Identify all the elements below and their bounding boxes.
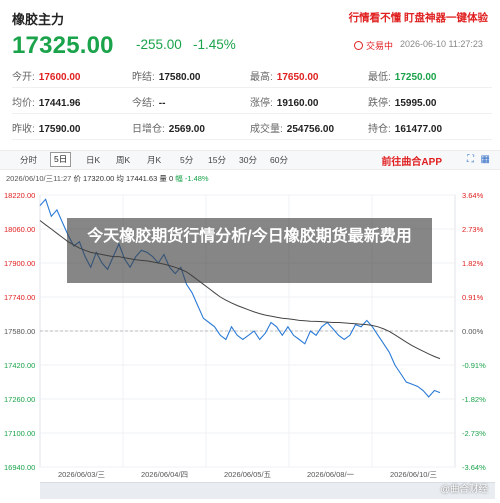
stat-open-interest: 持仓: 161477.00 <box>368 120 442 135</box>
watermark: @曲合财经 <box>440 484 488 495</box>
expand-icon[interactable]: ⛶ <box>467 154 474 165</box>
open-app-link[interactable]: 前往曲合APP <box>381 153 442 168</box>
stats-row: 昨收: 17590.00 日增仓: 2569.00 成交量: 254756.00 持仓… <box>12 114 492 140</box>
y-tick-label: 17420.00 <box>4 361 35 370</box>
stat-label: 今结: <box>132 98 155 109</box>
tab-5day[interactable]: 5日 <box>50 152 72 167</box>
y-tick-label: 17260.00 <box>4 395 35 404</box>
stat-prev-settle: 昨结: 17580.00 <box>132 68 201 83</box>
y-tick-label: 17580.00 <box>4 327 35 336</box>
stat-value: 17650.00 <box>276 72 319 83</box>
info-avg: 均 17441.63 <box>116 174 158 183</box>
y-tick-label-pct: -1.82% <box>462 395 486 404</box>
stat-label: 成交量: <box>250 124 283 135</box>
stat-label: 昨收: <box>12 124 35 135</box>
price-change-pct: -1.45% <box>193 37 236 52</box>
x-tick-label: 2026/06/10/三 <box>390 470 437 479</box>
stat-oi-change: 日增仓: 2569.00 <box>132 120 205 135</box>
x-tick-label: 2026/06/08/一 <box>307 470 355 479</box>
stat-value: 17590.00 <box>38 124 81 135</box>
tab-intraday[interactable]: 分时 <box>20 154 37 166</box>
stat-value: 17441.96 <box>38 98 81 109</box>
y-tick-label-pct: -3.64% <box>462 463 486 472</box>
last-price: 17325.00 <box>12 32 114 59</box>
stat-value: 2569.00 <box>168 124 205 135</box>
stat-label: 今开: <box>12 72 35 83</box>
period-tab-bar: 分时 5日 日K 周K 月K 5分 15分 30分 60分 前往曲合APP ⛶ … <box>0 150 500 170</box>
tab-30min[interactable]: 30分 <box>239 154 257 166</box>
stat-value: 19160.00 <box>276 98 319 109</box>
tab-15min[interactable]: 15分 <box>208 154 226 166</box>
grid-icon[interactable]: ▦ <box>481 154 490 165</box>
stats-row: 今开: 17600.00 昨结: 17580.00 最高: 17650.00 最低: 1… <box>12 62 492 88</box>
y-tick-label-pct: 2.73% <box>462 225 484 234</box>
stat-open: 今开: 17600.00 <box>12 68 81 83</box>
tab-monthly-k[interactable]: 月K <box>147 154 161 166</box>
stat-label: 昨结: <box>132 72 155 83</box>
stat-volume: 成交量: 254756.00 <box>250 120 334 135</box>
y-tick-label: 18220.00 <box>4 191 35 200</box>
stat-limit-down: 跌停: 15995.00 <box>368 94 437 109</box>
y-tick-label-pct: 1.82% <box>462 259 484 268</box>
y-tick-label-pct: 0.00% <box>462 327 484 336</box>
y-tick-label: 17740.00 <box>4 293 35 302</box>
status-label: 交易中 <box>366 41 394 51</box>
stat-avg: 均价: 17441.96 <box>12 94 81 109</box>
stats-table: 今开: 17600.00 昨结: 17580.00 最高: 17650.00 最低: 1… <box>12 62 492 140</box>
info-datetime: 2026/06/10/三11:27 <box>6 174 72 183</box>
stat-label: 跌停: <box>368 98 391 109</box>
stat-settle: 今结: -- <box>132 94 165 109</box>
stat-limit-up: 涨停: 19160.00 <box>250 94 319 109</box>
stat-value: 254756.00 <box>286 124 335 135</box>
x-tick-label: 2026/06/05/五 <box>224 470 272 479</box>
y-tick-label: 17100.00 <box>4 429 35 438</box>
trading-status: 交易中 <box>354 39 393 52</box>
tab-daily-k[interactable]: 日K <box>86 154 100 166</box>
x-tick-label: 2026/06/03/三 <box>58 470 105 479</box>
info-volume: 量 0 <box>159 174 174 183</box>
stat-prev-close: 昨收: 17590.00 <box>12 120 81 135</box>
article-title-overlay: 今天橡胶期货行情分析/今日橡胶期货最新费用 <box>67 218 432 283</box>
price-change: -255.00 <box>136 37 182 52</box>
stat-label: 最低: <box>368 72 391 83</box>
tab-60min[interactable]: 60分 <box>270 154 288 166</box>
stat-label: 均价: <box>12 98 35 109</box>
chart-scrollbar[interactable] <box>40 482 495 499</box>
stat-value: 17580.00 <box>158 72 201 83</box>
y-tick-label-pct: 3.64% <box>462 191 484 200</box>
stat-value: -- <box>158 98 166 109</box>
stat-value: 17600.00 <box>38 72 81 83</box>
y-tick-label-pct: 0.91% <box>462 293 484 302</box>
stat-high: 最高: 17650.00 <box>250 68 319 83</box>
tab-weekly-k[interactable]: 周K <box>116 154 130 166</box>
stat-label: 涨停: <box>250 98 273 109</box>
y-tick-label-pct: -0.91% <box>462 361 486 370</box>
cursor-info-bar: 2026/06/10/三11:27 价 17320.00 均 17441.63 … <box>6 173 209 184</box>
info-price: 价 17320.00 <box>73 174 115 183</box>
tab-5min[interactable]: 5分 <box>180 154 193 166</box>
y-tick-label: 18060.00 <box>4 225 35 234</box>
stat-value: 15995.00 <box>394 98 437 109</box>
info-pct: 幅 -1.48% <box>175 174 209 183</box>
stats-row: 均价: 17441.96 今结: -- 涨停: 19160.00 跌停: 15995.0… <box>12 88 492 114</box>
y-tick-label: 17900.00 <box>4 259 35 268</box>
x-tick-label: 2026/06/04/四 <box>141 470 188 479</box>
stat-label: 日增仓: <box>132 124 165 135</box>
stat-label: 最高: <box>250 72 273 83</box>
y-tick-label-pct: -2.73% <box>462 429 486 438</box>
contract-title: 橡胶主力 <box>12 12 65 27</box>
promo-link[interactable]: 行情看不懂 盯盘神器一键体验 <box>349 10 488 25</box>
stat-label: 持仓: <box>368 124 391 135</box>
status-time: 2026-06-10 11:27:23 <box>400 39 483 49</box>
stat-value: 161477.00 <box>394 124 443 135</box>
stat-value: 17250.00 <box>394 72 437 83</box>
stat-low: 最低: 17250.00 <box>368 68 437 83</box>
clock-icon <box>354 41 363 50</box>
y-tick-label: 16940.00 <box>4 463 35 472</box>
